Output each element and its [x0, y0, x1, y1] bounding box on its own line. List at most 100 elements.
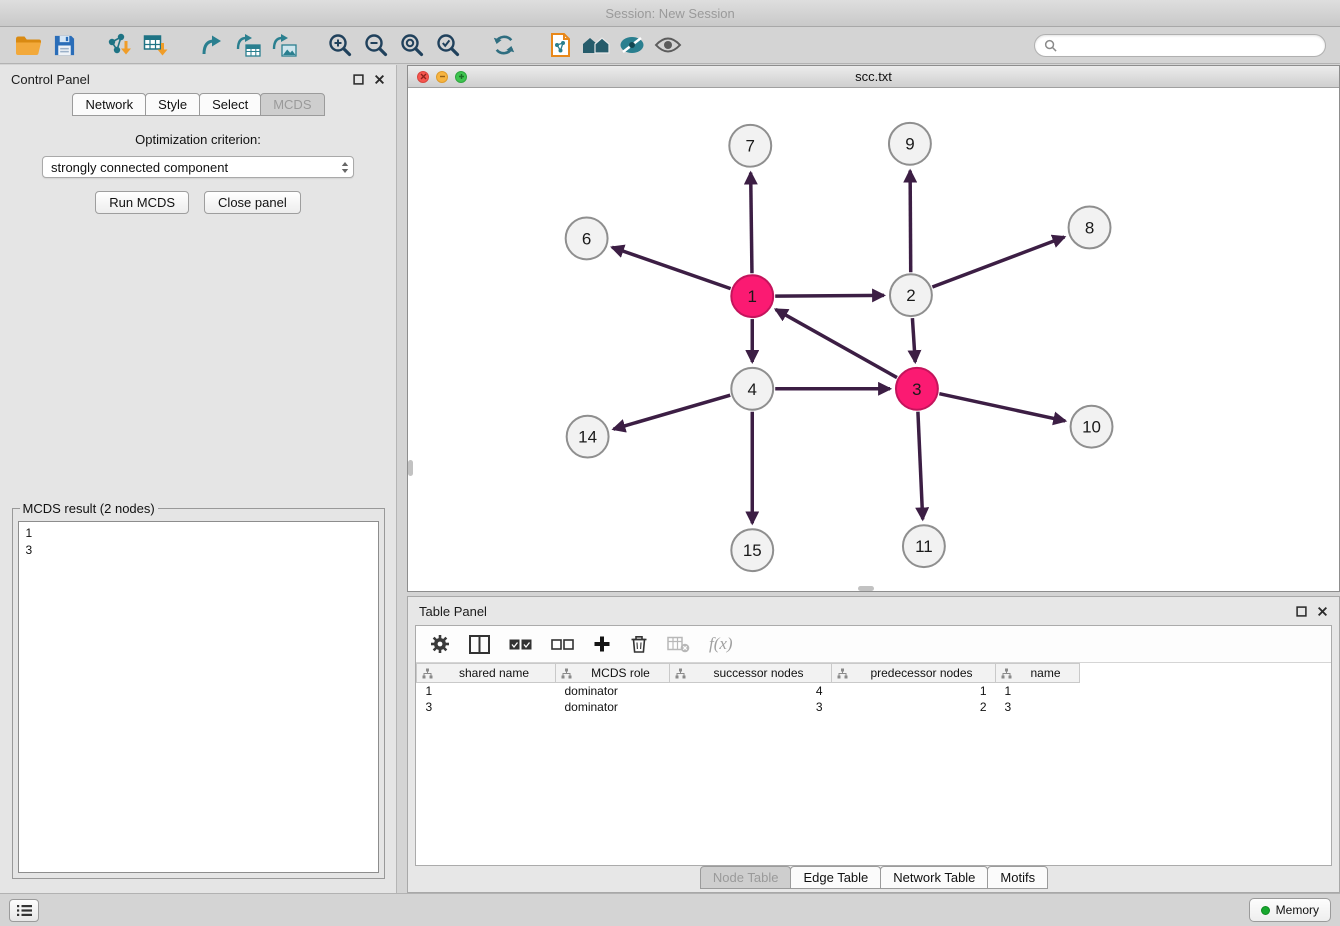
home-button[interactable] — [578, 30, 614, 60]
network-close-button[interactable] — [417, 71, 429, 83]
graph-edge-4-14[interactable] — [613, 395, 730, 429]
table-cell[interactable]: 1 — [996, 683, 1080, 699]
search-input[interactable] — [1062, 38, 1316, 53]
status-menu-button[interactable] — [9, 899, 39, 922]
graph-edge-1-6[interactable] — [612, 247, 731, 288]
table-tab-motifs[interactable]: Motifs — [987, 866, 1048, 889]
column-tree-icon — [675, 668, 686, 679]
node-table[interactable]: shared nameMCDS rolesuccessor nodesprede… — [416, 663, 1331, 865]
table-row[interactable]: 1dominator411 — [417, 683, 1080, 699]
graph-node-9[interactable]: 9 — [889, 123, 931, 165]
graph-edge-3-1[interactable] — [776, 309, 897, 377]
deselect-all-button[interactable] — [551, 638, 574, 651]
graph-edge-2-3[interactable] — [912, 318, 915, 362]
table-panel-close-button[interactable] — [1316, 605, 1328, 617]
style-details-button[interactable] — [614, 30, 650, 60]
vertical-scrollbar[interactable] — [408, 460, 413, 476]
graph-node-7[interactable]: 7 — [729, 125, 771, 167]
table-panel-float-button[interactable] — [1295, 605, 1307, 617]
close-panel-button[interactable]: Close panel — [204, 191, 301, 214]
search-box[interactable] — [1034, 34, 1326, 57]
select-all-button[interactable] — [509, 638, 532, 651]
zoom-in-button[interactable] — [322, 30, 358, 60]
table-tab-node-table[interactable]: Node Table — [700, 866, 792, 889]
save-session-button[interactable] — [46, 30, 82, 60]
graph-edge-3-10[interactable] — [939, 394, 1065, 421]
control-panel-close-button[interactable] — [373, 73, 385, 85]
svg-text:6: 6 — [582, 229, 591, 248]
table-panel-body: f(x) shared nameMCDS rolesuccessor nodes… — [415, 625, 1332, 866]
graph-node-10[interactable]: 10 — [1071, 406, 1113, 448]
table-cell[interactable]: dominator — [556, 699, 670, 715]
column-header-successor-nodes[interactable]: successor nodes — [670, 664, 832, 683]
table-cell[interactable]: 3 — [996, 699, 1080, 715]
graph-node-4[interactable]: 4 — [731, 368, 773, 410]
graph-edge-2-8[interactable] — [932, 237, 1064, 287]
apply-layout-button[interactable] — [486, 30, 522, 60]
table-tab-edge-table[interactable]: Edge Table — [790, 866, 881, 889]
graph-node-2[interactable]: 2 — [890, 274, 932, 316]
table-settings-button[interactable] — [430, 634, 450, 654]
graph-edge-1-7[interactable] — [751, 173, 752, 274]
import-table-button[interactable] — [138, 30, 174, 60]
export-table-button[interactable] — [230, 30, 266, 60]
control-tab-network[interactable]: Network — [72, 93, 146, 116]
column-header-MCDS-role[interactable]: MCDS role — [556, 664, 670, 683]
create-column-button[interactable] — [593, 635, 611, 653]
refresh-icon — [491, 32, 517, 58]
new-network-button[interactable] — [194, 30, 230, 60]
column-header-predecessor-nodes[interactable]: predecessor nodes — [832, 664, 996, 683]
show-hide-details-button[interactable] — [650, 30, 686, 60]
open-session-button[interactable] — [10, 30, 46, 60]
table-cell[interactable]: 1 — [417, 683, 556, 699]
table-cell[interactable]: 3 — [417, 699, 556, 715]
zoom-selected-button[interactable] — [430, 30, 466, 60]
zoom-out-button[interactable] — [358, 30, 394, 60]
import-network-button[interactable] — [102, 30, 138, 60]
graph-edge-1-2[interactable] — [775, 295, 884, 296]
network-document-button[interactable] — [542, 30, 578, 60]
column-header-shared-name[interactable]: shared name — [417, 664, 556, 683]
close-icon — [374, 74, 385, 85]
graph-node-3[interactable]: 3 — [896, 368, 938, 410]
table-row[interactable]: 3dominator323 — [417, 699, 1080, 715]
mcds-result-list[interactable]: 13 — [18, 521, 379, 873]
dropdown-arrows-icon — [341, 161, 349, 174]
control-tab-mcds[interactable]: MCDS — [260, 93, 324, 116]
svg-text:10: 10 — [1082, 418, 1101, 437]
delete-column-button[interactable] — [630, 634, 648, 654]
control-panel-float-button[interactable] — [352, 73, 364, 85]
graph-edge-2-9[interactable] — [910, 171, 911, 273]
table-cell[interactable]: dominator — [556, 683, 670, 699]
show-column-button[interactable] — [469, 635, 490, 654]
run-mcds-button[interactable]: Run MCDS — [95, 191, 189, 214]
delete-table-button[interactable] — [667, 636, 690, 653]
network-graph[interactable]: 7 9 6 8 1 2 4 3 14 10 15 11 — [408, 88, 1339, 591]
network-maximize-button[interactable] — [455, 71, 467, 83]
graph-node-14[interactable]: 14 — [567, 416, 609, 458]
table-cell[interactable]: 4 — [670, 683, 832, 699]
graph-node-1[interactable]: 1 — [731, 275, 773, 317]
network-canvas[interactable]: 7 9 6 8 1 2 4 3 14 10 15 11 — [408, 88, 1339, 591]
table-cell[interactable]: 1 — [832, 683, 996, 699]
graph-node-6[interactable]: 6 — [566, 217, 608, 259]
memory-button[interactable]: Memory — [1249, 898, 1331, 922]
graph-node-11[interactable]: 11 — [903, 525, 945, 567]
control-tab-style[interactable]: Style — [145, 93, 200, 116]
column-header-name[interactable]: name — [996, 664, 1080, 683]
table-cell[interactable]: 3 — [670, 699, 832, 715]
zoom-fit-button[interactable] — [394, 30, 430, 60]
control-tab-select[interactable]: Select — [199, 93, 261, 116]
table-tab-network-table[interactable]: Network Table — [880, 866, 988, 889]
main-toolbar — [0, 27, 1340, 64]
table-cell[interactable]: 2 — [832, 699, 996, 715]
optimization-criterion-select[interactable]: strongly connected component — [42, 156, 354, 178]
function-builder-button[interactable]: f(x) — [709, 634, 733, 654]
export-image-button[interactable] — [266, 30, 302, 60]
network-minimize-button[interactable] — [436, 71, 448, 83]
graph-node-15[interactable]: 15 — [731, 529, 773, 571]
graph-node-8[interactable]: 8 — [1069, 207, 1111, 249]
split-columns-icon — [469, 635, 490, 654]
graph-edge-3-11[interactable] — [918, 412, 923, 520]
horizontal-scrollbar[interactable] — [858, 586, 874, 591]
